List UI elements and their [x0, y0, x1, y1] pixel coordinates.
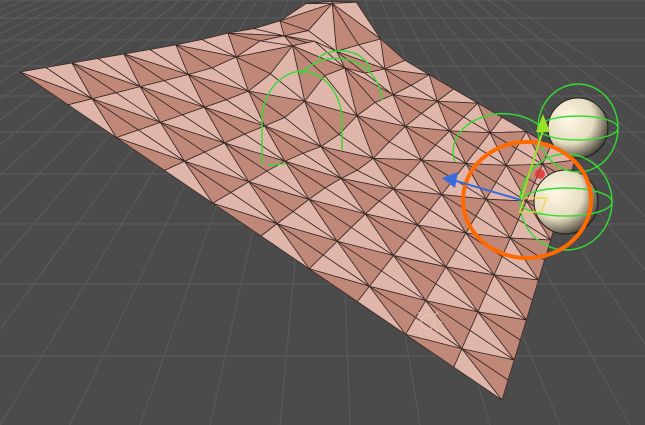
scene-canvas[interactable] [0, 0, 645, 425]
scene-view[interactable] [0, 0, 645, 425]
x-axis-handle[interactable] [535, 169, 545, 179]
collider-wire[interactable] [267, 163, 286, 166]
cloth-mesh[interactable] [18, 1, 577, 401]
